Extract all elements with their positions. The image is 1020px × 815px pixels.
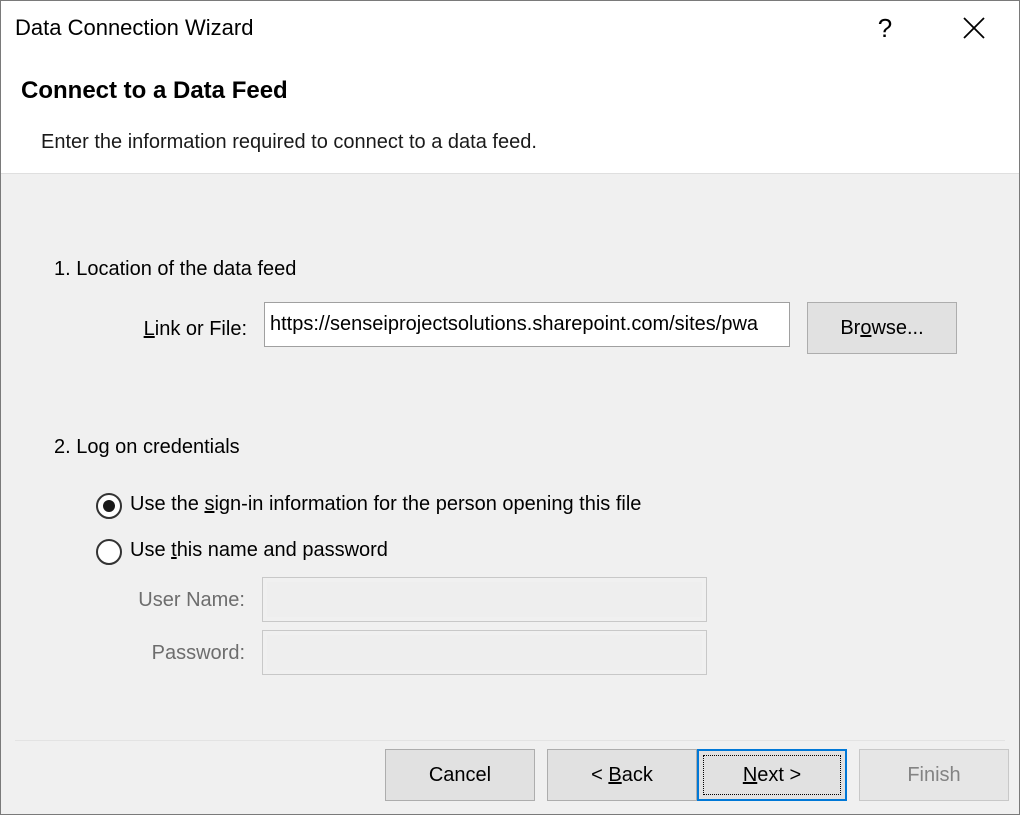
password-label: Password: (151, 642, 245, 664)
footer-divider (15, 740, 1005, 741)
password-input-field (267, 635, 702, 670)
name-password-radio-label: Use this name and password (130, 539, 388, 561)
help-button[interactable]: ? (863, 7, 907, 49)
username-input-field (267, 582, 702, 617)
signin-info-radio-label: Use the sign-in information for the pers… (130, 493, 642, 515)
dialog-window: Data Connection Wizard ? Connect to a Da… (0, 0, 1020, 815)
finish-button[interactable]: Finish (859, 749, 1009, 801)
name-password-radio-option[interactable]: Use this name and password (96, 538, 456, 568)
close-icon (963, 17, 985, 39)
browse-button[interactable]: Browse... (807, 302, 957, 354)
signin-info-radio[interactable] (96, 493, 122, 519)
focus-ring (703, 755, 841, 795)
username-input[interactable] (262, 577, 707, 622)
wizard-header: Connect to a Data Feed Enter the informa… (1, 57, 1019, 174)
signin-info-radio-option[interactable]: Use the sign-in information for the pers… (96, 492, 716, 522)
back-button[interactable]: < Back (547, 749, 697, 801)
step-title: Connect to a Data Feed (21, 77, 288, 104)
credentials-section-label: 2. Log on credentials (54, 436, 240, 458)
close-button[interactable] (951, 7, 997, 49)
link-or-file-input[interactable]: https://senseiprojectsolutions.sharepoin… (264, 302, 790, 347)
next-button[interactable]: Next > (697, 749, 847, 801)
cancel-button[interactable]: Cancel (385, 749, 535, 801)
username-label: User Name: (138, 589, 245, 611)
name-password-radio[interactable] (96, 539, 122, 565)
location-section-label: 1. Location of the data feed (54, 258, 297, 280)
window-title: Data Connection Wizard (15, 15, 254, 40)
password-input[interactable] (262, 630, 707, 675)
title-bar: Data Connection Wizard ? (1, 1, 1019, 57)
step-description: Enter the information required to connec… (41, 131, 537, 153)
link-or-file-label: Link or File: (143, 318, 247, 340)
